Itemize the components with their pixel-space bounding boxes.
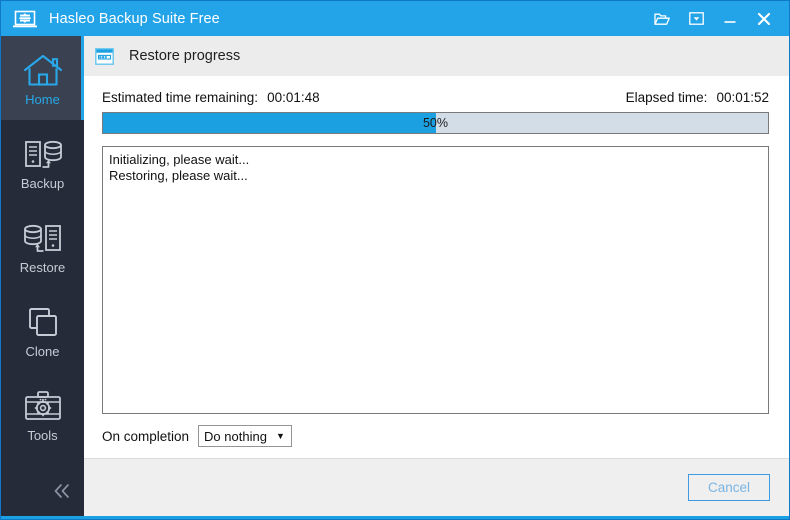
- on-completion-dropdown[interactable]: Do nothing ▼: [198, 425, 292, 447]
- backup-icon: [22, 135, 64, 175]
- sidebar-item-label: Restore: [19, 259, 66, 275]
- sidebar-item-backup[interactable]: Backup: [1, 120, 84, 204]
- close-icon[interactable]: [747, 1, 781, 36]
- elapsed-time-value: 00:01:52: [716, 90, 769, 105]
- sidebar-collapse-button[interactable]: [1, 470, 84, 516]
- folder-open-icon[interactable]: [645, 1, 679, 36]
- bottom-accent-bar: [1, 516, 789, 519]
- estimated-time-remaining: Estimated time remaining: 00:01:48: [102, 90, 320, 105]
- restore-icon: [22, 219, 64, 259]
- window-controls: [645, 1, 789, 36]
- elapsed-time: Elapsed time: 00:01:52: [626, 90, 769, 105]
- sidebar-item-label: Tools: [27, 427, 58, 443]
- sidebar-item-restore[interactable]: Restore: [1, 204, 84, 288]
- elapsed-time-label: Elapsed time:: [625, 90, 708, 105]
- main-panel: Restore progress Estimated time remainin…: [84, 36, 789, 516]
- progress-percent-label: 50%: [422, 116, 449, 130]
- cancel-button[interactable]: Cancel: [688, 474, 770, 501]
- content-area: Estimated time remaining: 00:01:48 Elapse…: [84, 76, 789, 458]
- log-line: Restoring, please wait...: [109, 168, 248, 183]
- application-window: Hasleo Backup Suite Free Home Backup Res…: [0, 0, 790, 520]
- on-completion-value: Do nothing: [204, 428, 267, 444]
- sidebar-item-home[interactable]: Home: [1, 36, 84, 120]
- log-line: Initializing, please wait...: [109, 152, 250, 167]
- estimated-time-value: 00:01:48: [267, 90, 320, 105]
- on-completion-row: On completion Do nothing ▼: [102, 414, 769, 458]
- time-status-row: Estimated time remaining: 00:01:48 Elapse…: [102, 90, 769, 105]
- page-header: Restore progress: [84, 36, 789, 76]
- tools-icon: [22, 387, 64, 427]
- progress-bar: 50%: [102, 112, 769, 134]
- estimated-time-label: Estimated time remaining:: [102, 90, 259, 105]
- page-title: Restore progress: [129, 48, 241, 64]
- chevron-double-left-icon: [51, 482, 73, 505]
- sidebar-item-tools[interactable]: Tools: [1, 372, 84, 456]
- laptop-transfer-icon: [12, 9, 38, 29]
- chevron-down-icon: ▼: [275, 430, 285, 441]
- dropdown-box-icon[interactable]: [679, 1, 713, 36]
- home-icon: [22, 51, 64, 91]
- window-title: Hasleo Backup Suite Free: [49, 10, 220, 27]
- progress-window-icon: [95, 47, 114, 65]
- clone-icon: [22, 303, 64, 343]
- title-bar: Hasleo Backup Suite Free: [1, 1, 789, 36]
- sidebar: Home Backup Restore Clone Tools: [1, 36, 84, 516]
- on-completion-label: On completion: [102, 428, 190, 444]
- sidebar-item-label: Clone: [25, 343, 60, 359]
- sidebar-item-label: Backup: [20, 175, 65, 191]
- footer-bar: Cancel: [84, 458, 789, 516]
- sidebar-item-label: Home: [25, 91, 60, 107]
- sidebar-item-clone[interactable]: Clone: [1, 288, 84, 372]
- log-output[interactable]: Initializing, please wait... Restoring, …: [102, 146, 769, 414]
- minimize-icon[interactable]: [713, 1, 747, 36]
- window-body: Home Backup Restore Clone Tools Restore …: [1, 36, 789, 516]
